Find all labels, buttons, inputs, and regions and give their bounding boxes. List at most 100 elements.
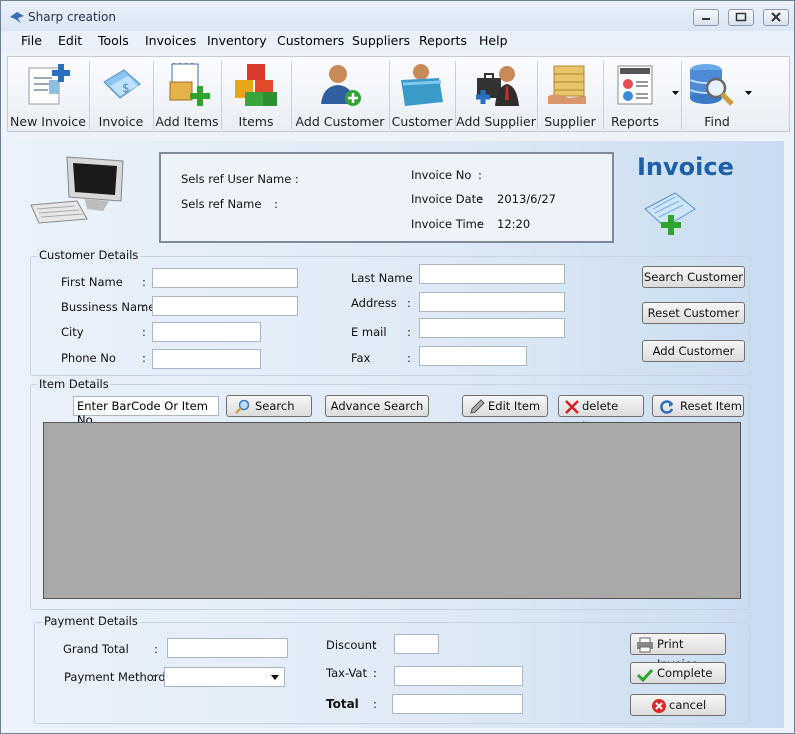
- title-bar: Sharp creation: [1, 1, 794, 31]
- menu-invoices[interactable]: Invoices: [145, 33, 196, 48]
- minimize-icon: [702, 18, 710, 20]
- toolbar-reports[interactable]: Reports: [604, 57, 680, 131]
- close-button[interactable]: [763, 9, 789, 26]
- complete-label: Complete: [657, 666, 713, 680]
- address-label: Address: [351, 296, 397, 310]
- toolbar-customer[interactable]: Customer: [390, 57, 454, 131]
- toolbar-label: Customer: [391, 114, 453, 129]
- complete-button[interactable]: Complete: [630, 662, 726, 684]
- edit-item-button[interactable]: Edit Item: [462, 395, 548, 417]
- sales-ref-name-colon: :: [274, 197, 278, 211]
- delete-item-button[interactable]: delete Item: [558, 395, 644, 433]
- toolbar-supplier[interactable]: Supplier: [538, 57, 602, 131]
- toolbar-items[interactable]: Items: [222, 57, 290, 131]
- pencil-icon: [470, 399, 485, 414]
- invoice-add-icon: [644, 192, 696, 235]
- computer-icon: [30, 156, 124, 224]
- address-field[interactable]: [419, 292, 565, 312]
- email-label: E mail: [351, 325, 387, 339]
- last-name-field[interactable]: [419, 264, 565, 284]
- fax-field[interactable]: [419, 346, 527, 366]
- toolbar-label: New Invoice: [10, 114, 86, 129]
- email-field[interactable]: [419, 318, 565, 338]
- find-icon: [689, 64, 734, 106]
- menu-file[interactable]: File: [21, 33, 42, 48]
- sales-ref-name-label: Sels ref Name: [181, 197, 262, 211]
- phone-field[interactable]: [152, 349, 261, 369]
- toolbar-new-invoice[interactable]: New Invoice: [8, 57, 88, 131]
- svg-text:$: $: [122, 81, 130, 95]
- city-label: City: [61, 325, 84, 339]
- cancel-icon: [652, 699, 666, 713]
- toolbar-label: Add Items: [155, 114, 219, 129]
- invoice-no-label: Invoice No: [411, 168, 472, 182]
- discount-field[interactable]: [394, 634, 439, 654]
- item-details-title: Item Details: [37, 377, 111, 391]
- menu-suppliers[interactable]: Suppliers: [352, 33, 410, 48]
- phone-label: Phone No: [61, 351, 116, 365]
- total-label: Total: [326, 697, 359, 711]
- toolbar-label: Add Customer: [295, 114, 385, 129]
- toolbar-add-customer[interactable]: Add Customer: [292, 57, 388, 131]
- grand-total-field[interactable]: [167, 638, 288, 658]
- discount-label: Discount: [326, 638, 377, 652]
- menu-reports[interactable]: Reports: [419, 33, 467, 48]
- barcode-field[interactable]: Enter BarCode Or Item No: [73, 396, 219, 427]
- cancel-button[interactable]: cancel: [630, 694, 726, 716]
- sales-ref-user-name-label: Sels ref User Name :: [181, 172, 299, 186]
- fax-label: Fax: [351, 351, 371, 365]
- page-title: Invoice: [637, 153, 734, 181]
- minimize-button[interactable]: [693, 9, 719, 26]
- chevron-down-icon[interactable]: [745, 91, 752, 96]
- supplier-icon: [548, 65, 586, 104]
- advance-search-button[interactable]: Advance Search: [325, 395, 429, 417]
- invoice-icon: $: [103, 69, 141, 99]
- business-name-field[interactable]: [152, 296, 298, 316]
- toolbar-find[interactable]: Find: [682, 57, 752, 131]
- search-icon: [235, 399, 250, 414]
- invoice-header-panel: Sels ref User Name : Sels ref Name : Inv…: [159, 152, 614, 243]
- toolbar-add-supplier[interactable]: Add Supplier: [456, 57, 536, 131]
- tax-vat-label: Tax-Vat: [326, 666, 367, 680]
- reset-item-button[interactable]: Reset Item: [652, 395, 744, 417]
- toolbar-invoice[interactable]: $ Invoice: [90, 57, 152, 131]
- search-customer-button[interactable]: Search Customer: [642, 266, 745, 288]
- menu-tools[interactable]: Tools: [98, 33, 129, 48]
- add-supplier-icon: [476, 66, 519, 106]
- invoice-time-label: Invoice Time: [411, 217, 484, 231]
- printer-icon: [637, 637, 653, 653]
- checkmark-icon: [636, 668, 654, 683]
- maximize-button[interactable]: [728, 9, 754, 26]
- payment-method-select[interactable]: [164, 667, 285, 687]
- reset-customer-button[interactable]: Reset Customer: [642, 302, 745, 324]
- invoice-date-label: Invoice Date: [411, 192, 484, 206]
- menu-edit[interactable]: Edit: [58, 33, 82, 48]
- payment-method-label: Payment Methord: [64, 670, 166, 684]
- invoice-no-colon: :: [478, 168, 482, 182]
- delete-icon: [565, 400, 579, 414]
- menu-customers[interactable]: Customers: [277, 33, 344, 48]
- menu-help[interactable]: Help: [479, 33, 508, 48]
- window-title: Sharp creation: [28, 10, 116, 24]
- menu-inventory[interactable]: Inventory: [207, 33, 267, 48]
- invoice-date-value: 2013/6/27: [497, 192, 556, 206]
- toolbar-label: Invoice: [98, 114, 144, 129]
- menu-bar: File Edit Tools Invoices Inventory Custo…: [1, 31, 794, 52]
- item-search-button[interactable]: Search: [226, 395, 312, 417]
- app-logo-icon: [10, 12, 24, 23]
- add-customer-button[interactable]: Add Customer: [642, 340, 745, 362]
- add-customer-icon: [321, 65, 361, 106]
- total-field[interactable]: [392, 694, 523, 714]
- tax-vat-field[interactable]: [394, 666, 523, 686]
- edit-item-label: Edit Item: [488, 399, 541, 413]
- refresh-icon: [660, 400, 674, 414]
- first-name-field[interactable]: [152, 268, 298, 288]
- print-invoice-button[interactable]: Print Invoice: [630, 633, 726, 671]
- chevron-down-icon[interactable]: [672, 91, 679, 96]
- city-field[interactable]: [152, 322, 261, 342]
- customer-details-title: Customer Details: [37, 248, 141, 262]
- toolbar-label: Add Supplier: [456, 114, 536, 129]
- reports-icon: [617, 65, 653, 105]
- items-data-grid[interactable]: [43, 422, 741, 599]
- toolbar-add-items[interactable]: Add Items: [154, 57, 220, 131]
